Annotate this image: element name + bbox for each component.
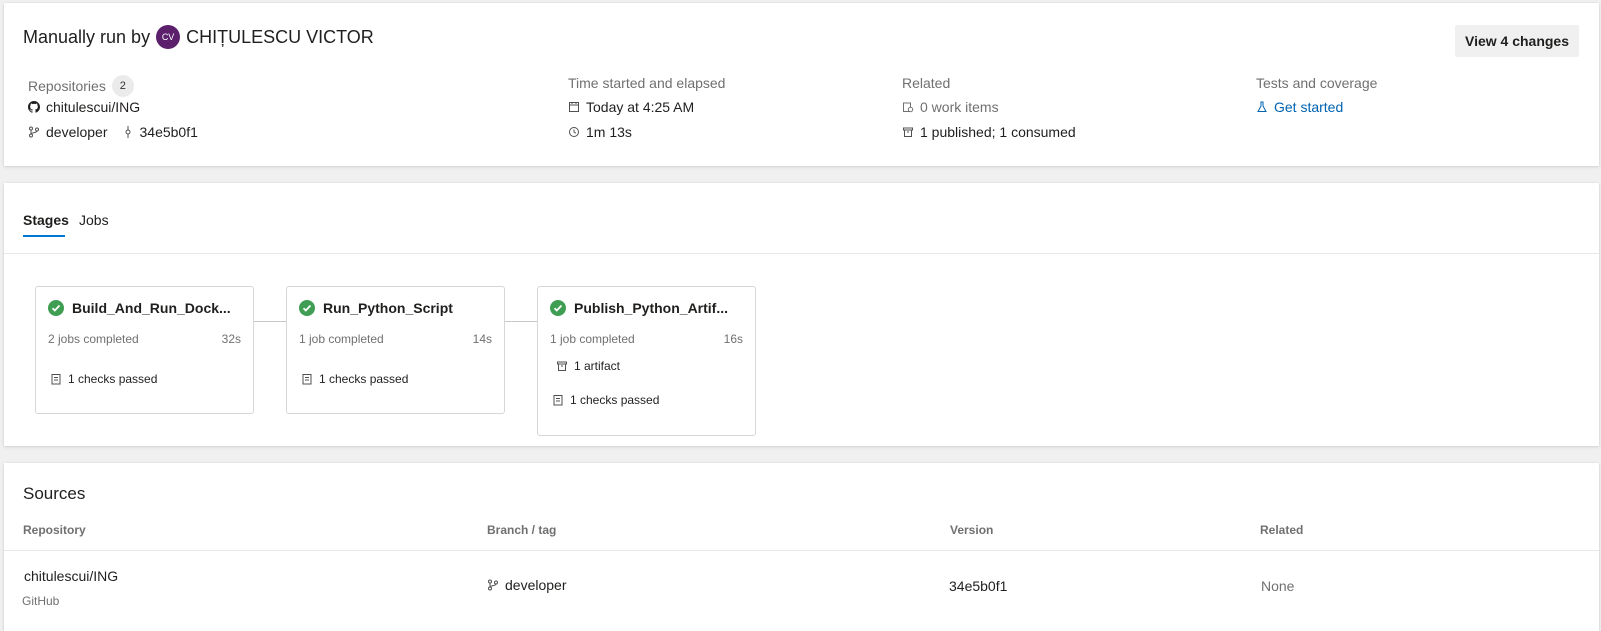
stage-title: Build_And_Run_Dock... — [48, 300, 231, 316]
clock-icon — [568, 126, 580, 138]
time-started-row: Today at 4:25 AM — [568, 99, 694, 115]
time-elapsed: 1m 13s — [586, 124, 632, 140]
checklist-icon — [301, 373, 313, 385]
work-item-icon — [902, 101, 914, 113]
stage-checks: 1 checks passed — [319, 372, 409, 386]
artifact-icon — [556, 360, 568, 372]
stage-connector — [254, 321, 286, 322]
get-started-link[interactable]: Get started — [1274, 99, 1343, 115]
stage-title: Run_Python_Script — [299, 300, 453, 316]
view-changes-button[interactable]: View 4 changes — [1455, 25, 1579, 57]
source-branch-name: developer — [505, 577, 567, 593]
tab-stages[interactable]: Stages — [23, 212, 69, 228]
time-label: Time started and elapsed — [568, 75, 726, 91]
branch-icon — [487, 579, 499, 591]
stage-checks-row[interactable]: 1 checks passed — [552, 393, 659, 407]
calendar-icon — [568, 101, 580, 113]
stage-duration: 32s — [221, 332, 241, 346]
source-branch[interactable]: developer — [487, 577, 567, 593]
tabs-divider — [4, 253, 1599, 254]
success-check-icon — [299, 300, 315, 316]
stage-checks: 1 checks passed — [570, 393, 660, 407]
checklist-icon — [50, 373, 62, 385]
related-label: Related — [902, 75, 951, 91]
repository-link[interactable]: chitulescui/ING — [28, 99, 140, 115]
sources-title: Sources — [23, 484, 86, 503]
branch-icon — [28, 126, 40, 138]
stage-checks-row[interactable]: 1 checks passed — [301, 372, 408, 386]
branch-name[interactable]: developer — [46, 124, 108, 140]
stage-name: Run_Python_Script — [323, 300, 453, 316]
column-header-repository: Repository — [23, 523, 86, 537]
time-started: Today at 4:25 AM — [586, 99, 695, 115]
run-user-name[interactable]: CHIȚULESCU VICTOR — [186, 27, 374, 48]
stage-name: Publish_Python_Artif... — [574, 300, 729, 316]
stage-checks-row[interactable]: 1 checks passed — [50, 372, 157, 386]
stage-card[interactable]: Run_Python_Script 1 job completed 14s 1 … — [286, 286, 505, 414]
source-version[interactable]: 34e5b0f1 — [949, 578, 1007, 594]
repositories-count-badge: 2 — [111, 75, 134, 97]
stage-artifact: 1 artifact — [574, 359, 621, 373]
repositories-label: Repositories 2 — [28, 75, 134, 97]
commit-hash[interactable]: 34e5b0f1 — [140, 124, 198, 140]
stages-card: Stages Jobs Build_And_Run_Dock... 2 jobs… — [4, 183, 1599, 446]
stage-jobs-summary: 2 jobs completed — [48, 332, 139, 346]
source-repository[interactable]: chitulescui/ING — [24, 568, 118, 584]
github-icon — [28, 101, 40, 113]
success-check-icon — [48, 300, 64, 316]
tab-jobs-label: Jobs — [79, 212, 109, 228]
run-summary-card: Manually run by CV CHIȚULESCU VICTOR Vie… — [4, 3, 1599, 166]
artifact-icon — [902, 126, 914, 138]
run-title-prefix: Manually run by — [23, 26, 151, 47]
flask-icon — [1256, 101, 1268, 113]
tab-jobs[interactable]: Jobs — [79, 212, 109, 228]
repositories-label-text: Repositories — [28, 78, 106, 94]
repository-name: chitulescui/ING — [46, 99, 141, 115]
table-row[interactable]: chitulescui/ING GitHub developer 34e5b0f… — [4, 551, 1599, 621]
stage-checks: 1 checks passed — [68, 372, 158, 386]
stage-card[interactable]: Publish_Python_Artif... 1 job completed … — [537, 286, 756, 436]
stage-title: Publish_Python_Artif... — [550, 300, 728, 316]
column-header-related: Related — [1260, 523, 1304, 537]
tab-active-indicator — [23, 235, 65, 237]
artifacts-summary: 1 published; 1 consumed — [920, 124, 1076, 140]
artifacts-row[interactable]: 1 published; 1 consumed — [902, 124, 1076, 140]
stage-duration: 16s — [723, 332, 743, 346]
stage-name: Build_And_Run_Dock... — [72, 300, 231, 316]
stage-card[interactable]: Build_And_Run_Dock... 2 jobs completed 3… — [35, 286, 254, 414]
tests-label: Tests and coverage — [1256, 75, 1378, 91]
stage-jobs-summary: 1 job completed — [550, 332, 635, 346]
checklist-icon — [552, 394, 564, 406]
run-title: Manually run by CV CHIȚULESCU VICTOR — [23, 25, 374, 49]
column-header-version: Version — [950, 523, 994, 537]
stage-artifact-row[interactable]: 1 artifact — [556, 359, 620, 373]
work-items-row[interactable]: 0 work items — [902, 99, 999, 115]
source-provider: GitHub — [22, 594, 60, 608]
success-check-icon — [550, 300, 566, 316]
work-items-count: 0 work items — [920, 99, 999, 115]
stage-duration: 14s — [472, 332, 492, 346]
sources-card: Sources Repository Branch / tag Version … — [4, 463, 1599, 631]
tab-stages-label: Stages — [23, 212, 69, 228]
branch-commit-row: developer 34e5b0f1 — [28, 124, 198, 140]
tests-get-started-link[interactable]: Get started — [1256, 99, 1343, 115]
time-elapsed-row: 1m 13s — [568, 124, 632, 140]
avatar[interactable]: CV — [156, 25, 181, 49]
commit-icon — [122, 126, 134, 138]
column-header-branch: Branch / tag — [487, 523, 557, 537]
stage-jobs-summary: 1 job completed — [299, 332, 384, 346]
stage-connector — [505, 321, 537, 322]
source-related: None — [1261, 578, 1295, 594]
